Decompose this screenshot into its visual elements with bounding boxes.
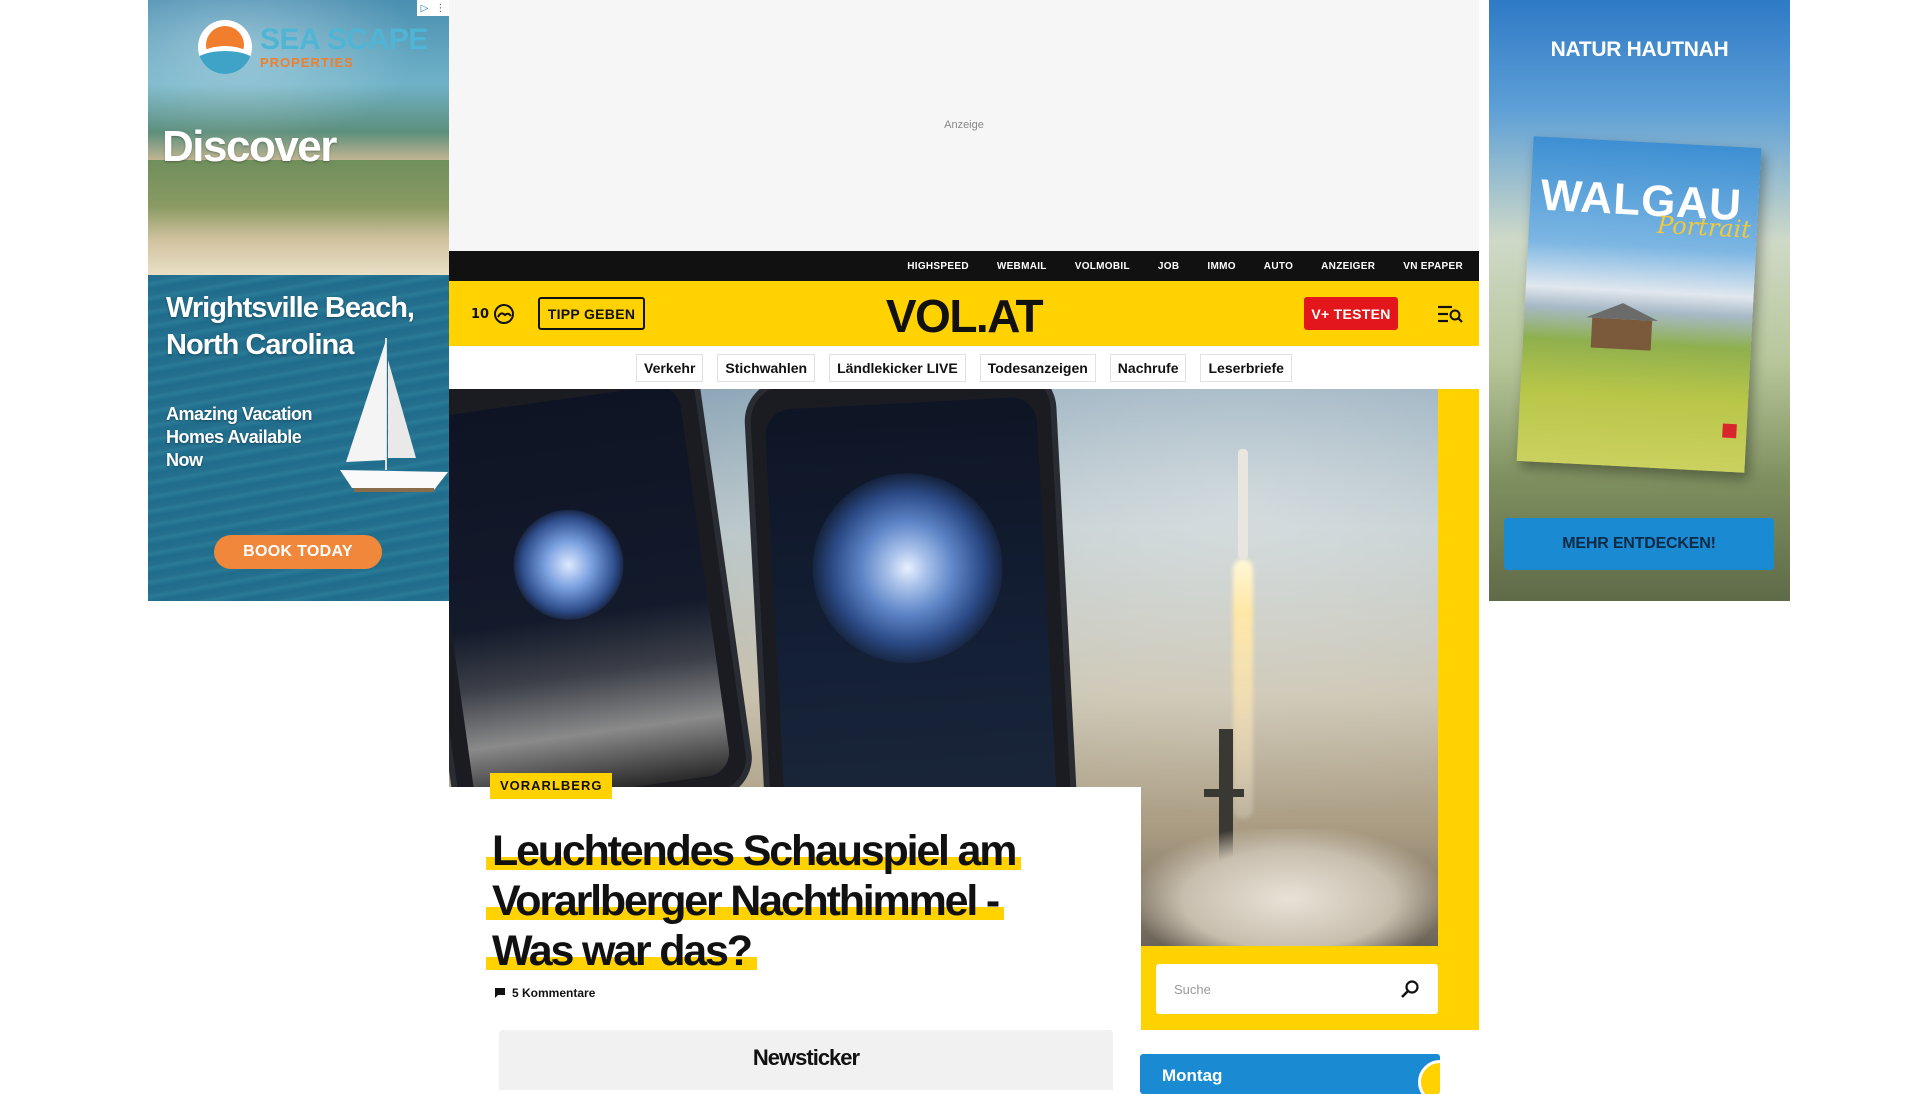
ad-right-title: NATUR HAUTNAH [1550, 38, 1729, 61]
adchoices-triangle-icon[interactable]: ▷ [421, 3, 429, 14]
sidebar-accent [1438, 389, 1479, 946]
comment-icon [495, 988, 505, 998]
temperature: 10 [471, 306, 490, 322]
topic-verkehr[interactable]: Verkehr [636, 353, 704, 382]
magazine-cover-image: WALGAU Portrait [1516, 136, 1762, 473]
spiral-light-right [807, 468, 1008, 668]
nav-vn-epaper[interactable]: VN EPAPER [1403, 261, 1463, 272]
weather-day: Montag [1162, 1066, 1223, 1085]
nav-volmobil[interactable]: VOLMOBIL [1075, 261, 1130, 272]
newsticker-title: Newsticker [752, 1045, 860, 1070]
spiral-light-left [506, 502, 631, 627]
adchoices-badge[interactable]: ▷ ⋮ [417, 0, 449, 16]
headline-line-3: Was war das? [486, 927, 757, 975]
weather-card[interactable]: Montag [1140, 1054, 1440, 1094]
ad-logo-line1: SEA SCAPE [260, 22, 428, 56]
ad-island-image [148, 160, 449, 275]
seascape-logo-icon [198, 20, 252, 74]
magazine-subtitle: Portrait [1656, 210, 1752, 244]
service-nav: HIGHSPEED WEBMAIL VOLMOBIL JOB IMMO AUTO… [449, 251, 1479, 281]
nav-job[interactable]: JOB [1158, 261, 1179, 272]
site-header: 10 TIPP GEBEN VOL.AT V+ TESTEN [449, 281, 1479, 346]
topic-nachrufe[interactable]: Nachrufe [1109, 353, 1187, 382]
rocket [1238, 449, 1248, 559]
ad-label: Anzeige [944, 119, 984, 131]
newsticker-panel: Newsticker [499, 1030, 1113, 1090]
cloud-sun-icon [494, 304, 515, 324]
article-headline[interactable]: Leuchtendes Schauspiel am Vorarlberger N… [486, 826, 1076, 976]
sailboat-illustration [340, 338, 448, 492]
nav-auto[interactable]: AUTO [1264, 261, 1293, 272]
ad-tagline: Amazing Vacation Homes Available Now [166, 404, 313, 470]
top-ad-slot: Anzeige [449, 0, 1479, 251]
hut-illustration [1590, 317, 1653, 351]
topic-stichwahlen[interactable]: Stichwahlen [717, 353, 816, 382]
headline-line-2: Vorarlberger Nachthimmel - [486, 877, 1004, 925]
nav-immo[interactable]: IMMO [1207, 261, 1235, 272]
ad-left-banner[interactable]: ▷ ⋮ SEA SCAPE PROPERTIES Discover Wright… [148, 0, 449, 601]
mehr-entdecken-button[interactable]: MEHR ENTDECKEN! [1504, 518, 1774, 570]
more-vert-icon[interactable]: ⋮ [435, 3, 445, 14]
topic-nav: Verkehr Stichwahlen Ländlekicker LIVE To… [449, 346, 1479, 389]
vplus-testen-button[interactable]: V+ TESTEN [1304, 297, 1398, 330]
nav-anzeiger[interactable]: ANZEIGER [1321, 261, 1375, 272]
ad-logo-line2: PROPERTIES [260, 54, 354, 70]
rocket-exhaust [1233, 559, 1253, 819]
ad-headline: Discover [162, 122, 337, 171]
topic-leserbriefe[interactable]: Leserbriefe [1200, 353, 1292, 382]
search-input[interactable] [1174, 981, 1374, 997]
vn-logo-icon [1722, 423, 1737, 439]
search-bar[interactable] [1156, 964, 1438, 1014]
category-tag[interactable]: VORARLBERG [490, 773, 613, 799]
book-today-button[interactable]: BOOK TODAY [214, 535, 382, 569]
tipp-geben-button[interactable]: TIPP GEBEN [538, 297, 645, 330]
sun-icon [1418, 1060, 1440, 1094]
comments-link[interactable]: 5 Kommentare [494, 986, 595, 1000]
headline-line-1: Leuchtendes Schauspiel am [486, 827, 1022, 875]
comments-count: 5 Kommentare [512, 986, 596, 1000]
topic-laendlekicker-live[interactable]: Ländlekicker LIVE [829, 353, 966, 382]
weather-widget[interactable]: 10 [471, 303, 515, 325]
topic-todesanzeigen[interactable]: Todesanzeigen [979, 353, 1096, 382]
nav-highspeed[interactable]: HIGHSPEED [907, 261, 969, 272]
ad-logo: SEA SCAPE PROPERTIES [198, 20, 428, 74]
ad-right-banner[interactable]: NATUR HAUTNAH WALGAU Portrait MEHR ENTDE… [1489, 0, 1790, 601]
search-icon[interactable] [1400, 979, 1420, 999]
nav-webmail[interactable]: WEBMAIL [997, 261, 1047, 272]
menu-search-icon[interactable] [1437, 303, 1463, 325]
launch-smoke [1139, 829, 1438, 946]
